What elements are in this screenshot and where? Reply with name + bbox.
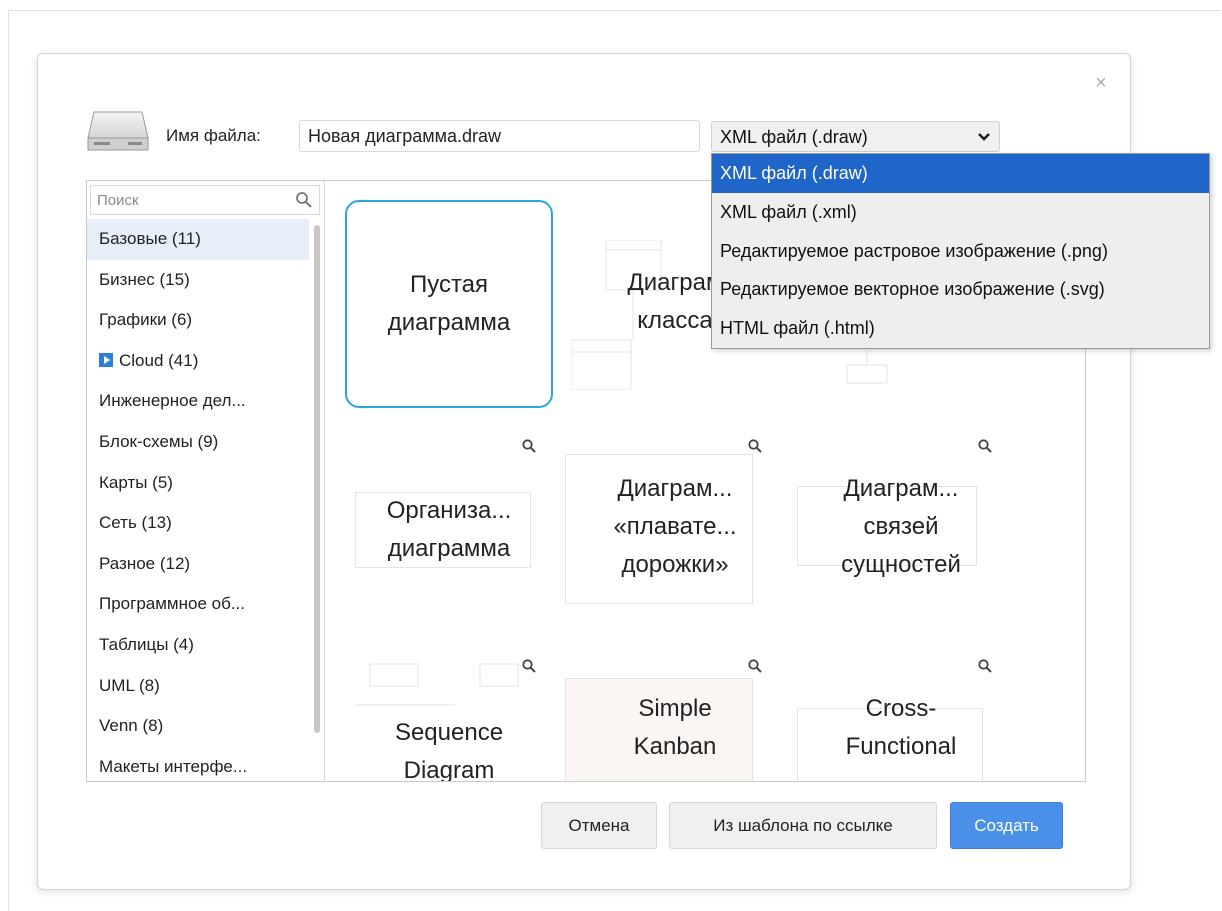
category-item-cloud[interactable]: Cloud (41) [87,341,309,382]
category-list: Базовые (11) Бизнес (15) Графики (6) Clo… [87,219,309,781]
category-item-engineering[interactable]: Инженерное дел... [87,381,309,422]
format-dropdown: XML файл (.draw) XML файл (.xml) Редакти… [711,153,1210,349]
category-item-software[interactable]: Программное об... [87,584,309,625]
category-item-business[interactable]: Бизнес (15) [87,260,309,301]
chevron-down-icon [978,133,990,141]
create-button-label: Создать [974,816,1039,835]
filename-label: Имя файла: [166,126,261,145]
template-title-line: связей [863,513,939,540]
category-item-uml[interactable]: UML (8) [87,666,309,707]
template-title-line: Diagram [403,757,495,782]
template-title-line: диаграмма [387,535,511,562]
close-button[interactable]: × [1090,72,1112,94]
magnifier-icon[interactable] [977,658,993,674]
category-item-charts[interactable]: Графики (6) [87,300,309,341]
format-select-value: XML файл (.draw) [720,127,868,147]
format-option-png[interactable]: Редактируемое растровое изображение (.pn… [712,232,1209,271]
from-url-button-label: Из шаблона по ссылке [713,816,893,835]
cancel-button-label: Отмена [568,816,630,835]
category-item-tables[interactable]: Таблицы (4) [87,625,309,666]
format-option-draw[interactable]: XML файл (.draw) [712,154,1209,193]
template-tile-kanban[interactable]: Simple Kanban [565,656,779,781]
template-tile-cross-functional[interactable]: Cross- Functional [797,656,1005,781]
template-title-line: Sequence [394,719,504,746]
template-title-line: сущностей [841,551,961,578]
cancel-button[interactable]: Отмена [541,802,657,849]
template-thumbnail [846,350,888,384]
template-title-line: Cross- [865,695,937,722]
search-box [90,185,320,215]
template-title-line: Диаграм... [843,475,959,502]
template-title-line: Kanban [633,733,717,760]
template-tile-sequence[interactable]: Sequence Diagram [345,656,553,782]
template-title-line: Диаграм... [617,475,733,502]
category-item-basic[interactable]: Базовые (11) [87,219,309,260]
template-title-line: Пустая [409,271,489,298]
template-tile-swimlane[interactable]: Диаграм... «плавате... дорожки» [565,436,779,644]
template-tile-org-chart[interactable]: Организа... диаграмма [345,436,553,644]
category-item-other[interactable]: Разное (12) [87,544,309,585]
category-item-maps[interactable]: Карты (5) [87,463,309,504]
sequence-thumbnail [355,663,519,706]
template-title-line: дорожки» [621,551,729,578]
search-icon[interactable] [295,191,313,209]
category-item-flowcharts[interactable]: Блок-схемы (9) [87,422,309,463]
magnifier-icon[interactable] [977,438,993,454]
template-tile-er-diagram[interactable]: Диаграм... связей сущностей [797,436,1005,644]
search-input[interactable] [91,186,287,214]
template-title-line: Организа... [386,497,512,524]
hard-drive-icon [87,111,149,151]
category-item-label: Cloud (41) [119,350,199,370]
create-button[interactable]: Создать [950,802,1063,849]
template-title-line: Simple [638,695,712,722]
template-title-line: Functional [845,733,957,760]
magnifier-icon[interactable] [521,438,537,454]
expand-play-icon [99,352,113,367]
template-tile-blank[interactable]: Пустая диаграмма [345,200,553,408]
format-select[interactable]: XML файл (.draw) [711,121,1000,152]
format-option-xml[interactable]: XML файл (.xml) [712,193,1209,232]
category-item-network[interactable]: Сеть (13) [87,503,309,544]
category-item-wireframes[interactable]: Макеты интерфе... [87,747,309,781]
filename-input[interactable] [299,120,700,152]
from-url-button[interactable]: Из шаблона по ссылке [669,802,937,849]
magnifier-icon[interactable] [747,658,763,674]
format-option-html[interactable]: HTML файл (.html) [712,309,1209,348]
category-item-venn[interactable]: Venn (8) [87,706,309,747]
template-title-line: «плавате... [613,513,737,540]
format-option-svg[interactable]: Редактируемое векторное изображение (.sv… [712,270,1209,309]
category-sidebar: Базовые (11) Бизнес (15) Графики (6) Clo… [87,181,325,781]
template-title-line: диаграмма [387,309,511,336]
sidebar-scrollbar[interactable] [314,225,320,733]
magnifier-icon[interactable] [747,438,763,454]
